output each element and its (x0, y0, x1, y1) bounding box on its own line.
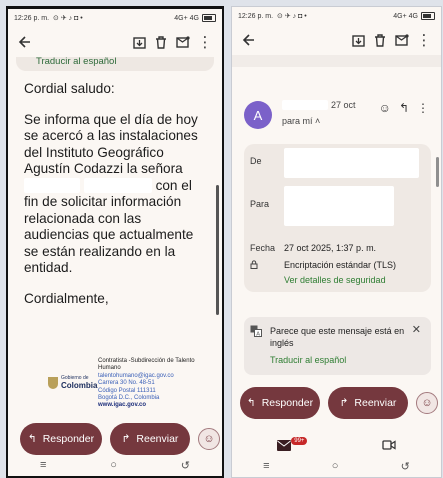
video-icon (382, 440, 396, 450)
scrollbar[interactable] (436, 157, 439, 187)
forward-button[interactable]: ↱ Reenviar (328, 387, 408, 419)
sender-line: 27 oct (282, 100, 356, 110)
mark-unread-icon[interactable] (391, 29, 413, 51)
forward-icon: ↱ (339, 397, 349, 409)
signature-address: Carrera 30 No. 48-51 (98, 380, 155, 387)
delete-icon[interactable] (150, 31, 172, 53)
right-phone-screen: 12:26 p. m. ⊙ ✈ ♪ ◘ • 4G+ 4G ⋮ A 27 oct … (231, 6, 442, 478)
meet-tab[interactable] (382, 440, 396, 450)
system-nav-bar: ≡ ○ ↺ (232, 455, 441, 477)
translate-notice: A Parece que este mensaje está en inglés… (244, 317, 431, 375)
gov-colombia-logo: Gobierno de Colombia (48, 375, 97, 390)
system-nav-bar: ≡ ○ ↺ (8, 454, 222, 476)
shield-icon (48, 376, 58, 389)
signature-website[interactable]: www.igac.gov.co (98, 402, 218, 409)
emoji-react-button[interactable]: ☺ (198, 428, 220, 450)
notification-icons: ⊙ ✈ ♪ ◘ • (53, 15, 83, 22)
emoji-icon[interactable]: ☺ (379, 101, 391, 115)
forward-button[interactable]: ↱ Reenviar (110, 423, 190, 455)
greeting: Cordial saludo: (24, 81, 115, 96)
translate-link[interactable]: Traducir al español (16, 57, 214, 71)
back-nav-icon[interactable]: ↺ (401, 460, 410, 473)
emoji-react-button[interactable]: ☺ (416, 392, 438, 414)
archive-icon[interactable] (128, 31, 150, 53)
back-arrow-icon[interactable] (238, 29, 260, 51)
signature-role: Contratista -Subdirección de Talento Hum… (98, 358, 195, 372)
sender-avatar[interactable]: A (244, 101, 272, 129)
chevron-up-icon: ˄ (315, 116, 321, 126)
reply-icon: ↰ (246, 397, 256, 409)
redacted-name (24, 178, 80, 194)
redacted-sender (282, 100, 328, 110)
encryption-value: Encriptación estándar (TLS) (284, 260, 397, 270)
status-bar: 12:26 p. m. ⊙ ✈ ♪ ◘ • 4G+ 4G (232, 7, 441, 25)
battery-icon (202, 14, 216, 22)
security-details-link[interactable]: Ver detalles de seguridad (284, 275, 386, 285)
more-vert-icon[interactable]: ⋮ (413, 29, 435, 51)
status-time: 12:26 p. m. (238, 12, 274, 20)
signature-city: Bogotá D.C., Colombia (98, 395, 160, 402)
date-label: Fecha (250, 243, 276, 253)
notice-text: Parece que este mensaje está en inglés (270, 326, 405, 348)
message-header: A 27 oct para mí ˄ ☺ ↰ ⋮ (232, 95, 441, 143)
app-bar: ⋮ (8, 27, 222, 57)
prev-message-edge (232, 55, 441, 67)
translate-link[interactable]: Traducir al español (270, 355, 346, 365)
date-value: 27 oct 2025, 1:37 p. m. (284, 243, 377, 253)
svg-text:A: A (256, 332, 260, 338)
reply-button[interactable]: ↰ Responder (20, 423, 102, 455)
status-time: 12:26 p. m. (14, 14, 50, 22)
battery-icon (421, 12, 435, 20)
signature-postal: Código Postal 111311 (98, 387, 156, 394)
recents-icon[interactable]: ≡ (263, 460, 269, 472)
back-nav-icon[interactable]: ↺ (181, 459, 190, 472)
app-bar: ⋮ (232, 25, 441, 55)
to-label: Para (250, 199, 270, 209)
message-date: 27 oct (331, 100, 356, 110)
lock-icon (250, 260, 258, 269)
reply-icon: ↰ (27, 433, 37, 445)
archive-icon[interactable] (347, 29, 369, 51)
system-icons: 4G+ 4G (174, 14, 216, 22)
back-arrow-icon[interactable] (14, 31, 36, 53)
reply-button[interactable]: ↰ Responder (240, 387, 320, 419)
redacted-to (284, 186, 394, 226)
left-phone-screen: 12:26 p. m. ⊙ ✈ ♪ ◘ • 4G+ 4G ⋮ Traducir … (6, 6, 224, 478)
redacted-name-cont (83, 178, 152, 194)
close-icon[interactable]: ✕ (412, 323, 421, 336)
system-icons: 4G+ 4G (393, 12, 435, 20)
scrollbar[interactable] (216, 185, 219, 315)
recents-icon[interactable]: ≡ (40, 459, 46, 471)
signature-email[interactable]: talentohumano@igac.gov.co (98, 373, 218, 380)
more-vert-icon[interactable]: ⋮ (417, 101, 429, 115)
email-body: Cordial saludo: Se informa que el día de… (8, 71, 222, 307)
unread-badge: 99+ (291, 436, 308, 445)
reply-actions: ↰ Responder ↱ Reenviar ☺ (20, 423, 220, 455)
status-bar: 12:26 p. m. ⊙ ✈ ♪ ◘ • 4G+ 4G (8, 9, 222, 27)
notification-icons: ⊙ ✈ ♪ ◘ • (277, 13, 307, 20)
forward-icon: ↱ (121, 433, 131, 445)
redacted-from (284, 148, 419, 178)
body-paragraph: Se informa que el día de hoy se acercó a… (24, 111, 198, 275)
mark-unread-icon[interactable] (172, 31, 194, 53)
home-icon[interactable]: ○ (110, 459, 117, 471)
more-vert-icon[interactable]: ⋮ (194, 31, 216, 53)
translate-icon: A (250, 325, 262, 337)
reply-icon[interactable]: ↰ (399, 101, 409, 115)
mail-icon (277, 439, 292, 451)
from-label: De (250, 156, 262, 166)
delete-icon[interactable] (369, 29, 391, 51)
mail-tab[interactable]: 99+ (277, 436, 308, 451)
closing: Cordialmente, (24, 290, 109, 306)
home-icon[interactable]: ○ (332, 460, 339, 472)
reply-actions: ↰ Responder ↱ Reenviar ☺ (240, 387, 438, 419)
recipient-toggle[interactable]: para mí ˄ (282, 116, 320, 126)
message-details-card: De Para Fecha 27 oct 2025, 1:37 p. m. En… (244, 144, 431, 292)
